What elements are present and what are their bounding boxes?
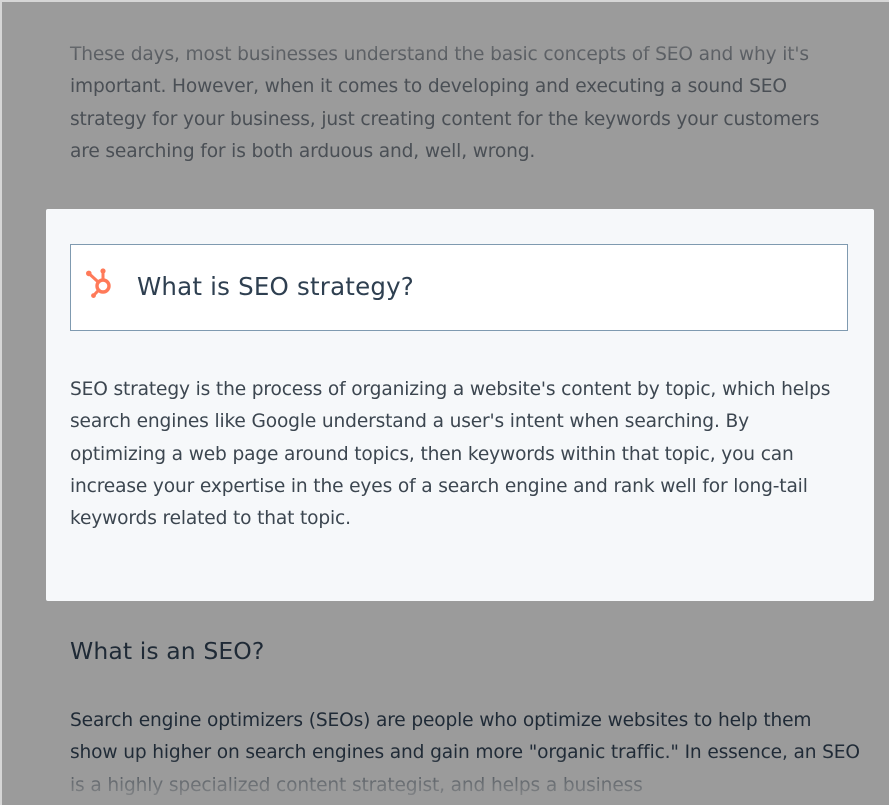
definition-callout: What is SEO strategy? xyxy=(70,244,848,331)
hubspot-sprocket-icon xyxy=(86,268,111,298)
section-paragraph: Search engine optimizers (SEOs) are peop… xyxy=(70,710,860,796)
section-heading: What is an SEO? xyxy=(70,637,265,665)
definition-card: What is SEO strategy? SEO strategy is th… xyxy=(46,209,874,601)
article-viewport: These days, most businesses understand t… xyxy=(0,0,889,805)
intro-paragraph: These days, most businesses understand t… xyxy=(70,44,820,162)
definition-paragraph: SEO strategy is the process of organizin… xyxy=(70,379,831,530)
definition-title: What is SEO strategy? xyxy=(137,272,415,301)
